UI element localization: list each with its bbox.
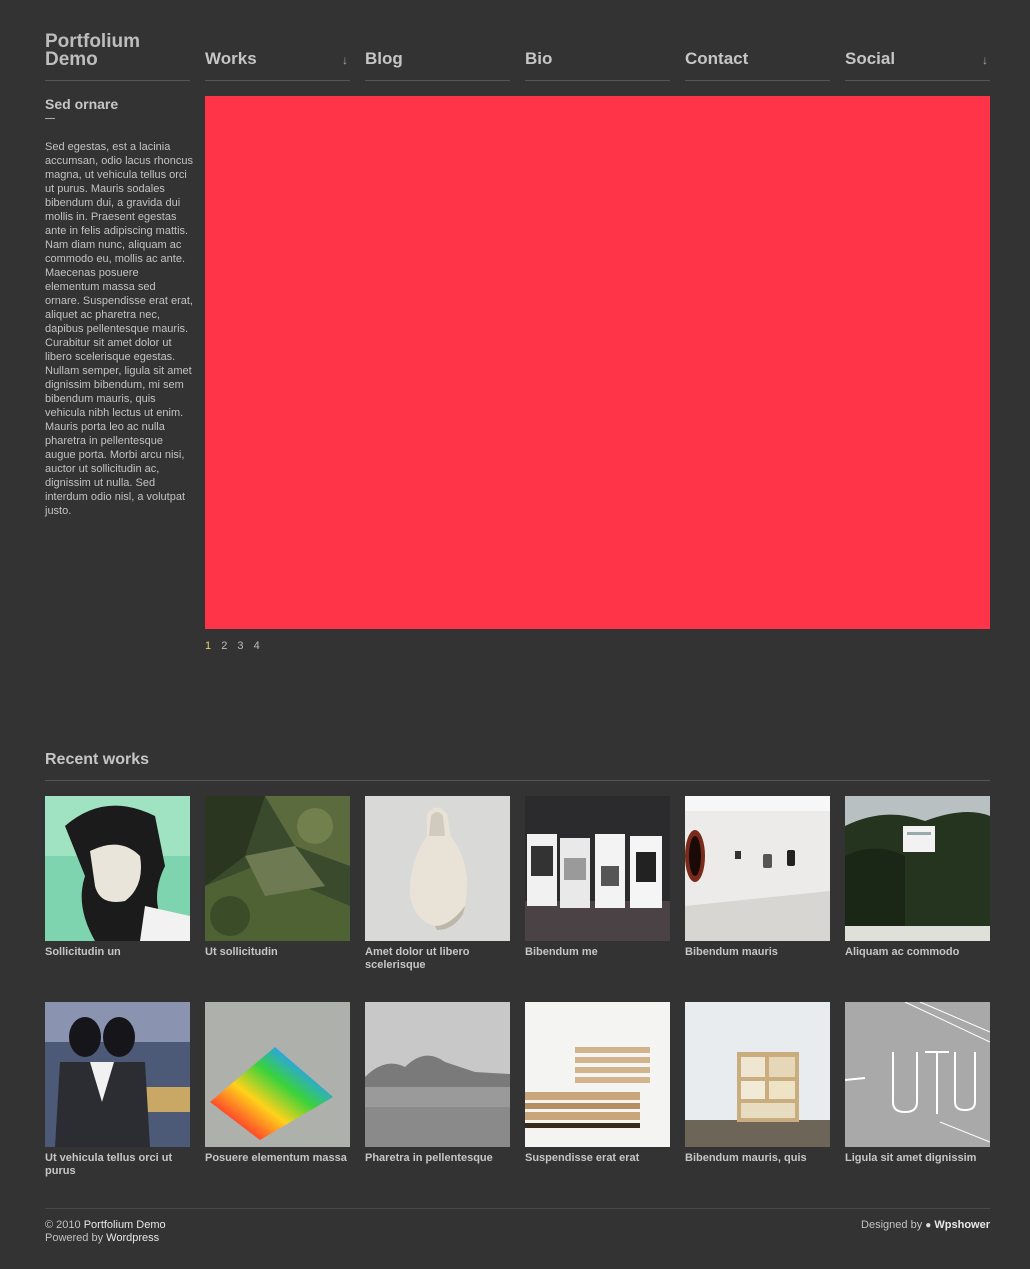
work-caption: Bibendum me [525,946,598,958]
nav-works-label: Works [205,49,257,68]
work-caption: Suspendisse erat erat [525,1152,640,1164]
nav-contact[interactable]: Contact [685,49,830,81]
sidebar-title: Sed ornare [45,96,119,112]
footer-right: Designed by ● Wpshower [861,1219,990,1231]
work-caption: Bibendum mauris [685,946,778,958]
work-caption: Bibendum mauris, quis [685,1152,807,1164]
footer-copyright-line: © 2010 Portfolium Demo [45,1219,166,1232]
logo-divider [45,80,190,81]
work-item[interactable]: Aliquam ac commodo [845,796,990,959]
nav-social[interactable]: Social ↓ [845,49,990,81]
work-caption: Aliquam ac commodo [845,946,960,958]
footer-powered-line: Powered by Wordpress [45,1232,166,1245]
featured-slide[interactable] [205,96,990,629]
nav-social-label: Social [845,49,896,68]
work-caption: Ligula sit amet dignissim [845,1152,977,1164]
nav-blog[interactable]: Blog [365,49,510,81]
drop-icon: ● [925,1220,932,1231]
work-thumbnail[interactable] [685,796,830,941]
work-caption: Ut vehicula tellus orci ut purus [45,1152,173,1177]
footer-site-link[interactable]: Portfolium Demo [84,1219,166,1231]
work-item[interactable]: Pharetra in pellentesque [365,1002,510,1165]
work-item[interactable]: Bibendum me [525,796,670,959]
pager-page-3[interactable]: 3 [237,640,243,652]
sidebar-text: Sed egestas, est a lacinia accumsan, odi… [45,141,193,517]
work-thumbnail[interactable] [845,796,990,941]
work-item[interactable]: Ut sollicitudin [205,796,350,959]
footer-divider [45,1208,990,1209]
nav-contact-label: Contact [685,49,749,68]
arrow-down-icon: ↓ [342,53,348,67]
work-thumbnail[interactable] [205,1002,350,1147]
work-item[interactable]: Bibendum mauris, quis [685,1002,830,1165]
pager-page-1[interactable]: 1 [205,640,211,652]
work-item[interactable]: Ligula sit amet dignissim [845,1002,990,1165]
work-thumbnail[interactable] [45,796,190,941]
work-caption: Ut sollicitudin [205,946,278,958]
work-thumbnail[interactable] [365,1002,510,1147]
designer-link[interactable]: Wpshower [934,1219,990,1231]
recent-works-divider [45,780,990,781]
sidebar-dash [45,118,55,119]
work-item[interactable]: Amet dolor ut libero scelerisque [365,796,510,972]
work-caption: Amet dolor ut libero scelerisque [365,946,470,971]
work-caption: Pharetra in pellentesque [365,1152,493,1164]
work-caption: Sollicitudin un [45,946,121,958]
copyright-text: © 2010 [45,1219,81,1231]
arrow-down-icon: ↓ [982,53,988,67]
work-item[interactable]: Suspendisse erat erat [525,1002,670,1165]
work-thumbnail[interactable] [525,1002,670,1147]
nav-bio[interactable]: Bio [525,49,670,81]
designed-by-text: Designed by [861,1219,923,1231]
work-item[interactable]: Ut vehicula tellus orci ut purus [45,1002,190,1178]
pager-page-2[interactable]: 2 [221,640,227,652]
site-logo[interactable]: Portfolium Demo [45,32,190,69]
work-item[interactable]: Posuere elementum massa [205,1002,350,1165]
work-thumbnail[interactable] [525,796,670,941]
work-caption: Posuere elementum massa [205,1152,347,1164]
footer-left: © 2010 Portfolium Demo Powered by Wordpr… [45,1219,166,1245]
work-thumbnail[interactable] [45,1002,190,1147]
recent-works-heading: Recent works [45,751,150,768]
pager-page-4[interactable]: 4 [254,640,260,652]
work-thumbnail[interactable] [365,796,510,941]
work-thumbnail[interactable] [685,1002,830,1147]
work-item[interactable]: Sollicitudin un [45,796,190,959]
powered-by-text: Powered by [45,1232,104,1244]
nav-works[interactable]: Works ↓ [205,49,350,81]
work-thumbnail[interactable] [205,796,350,941]
nav-blog-label: Blog [365,49,403,68]
nav-bio-label: Bio [525,49,553,68]
work-thumbnail[interactable] [845,1002,990,1147]
work-item[interactable]: Bibendum mauris [685,796,830,959]
slider-pager: 1 2 3 4 [205,640,267,652]
wordpress-link[interactable]: Wordpress [106,1232,159,1244]
